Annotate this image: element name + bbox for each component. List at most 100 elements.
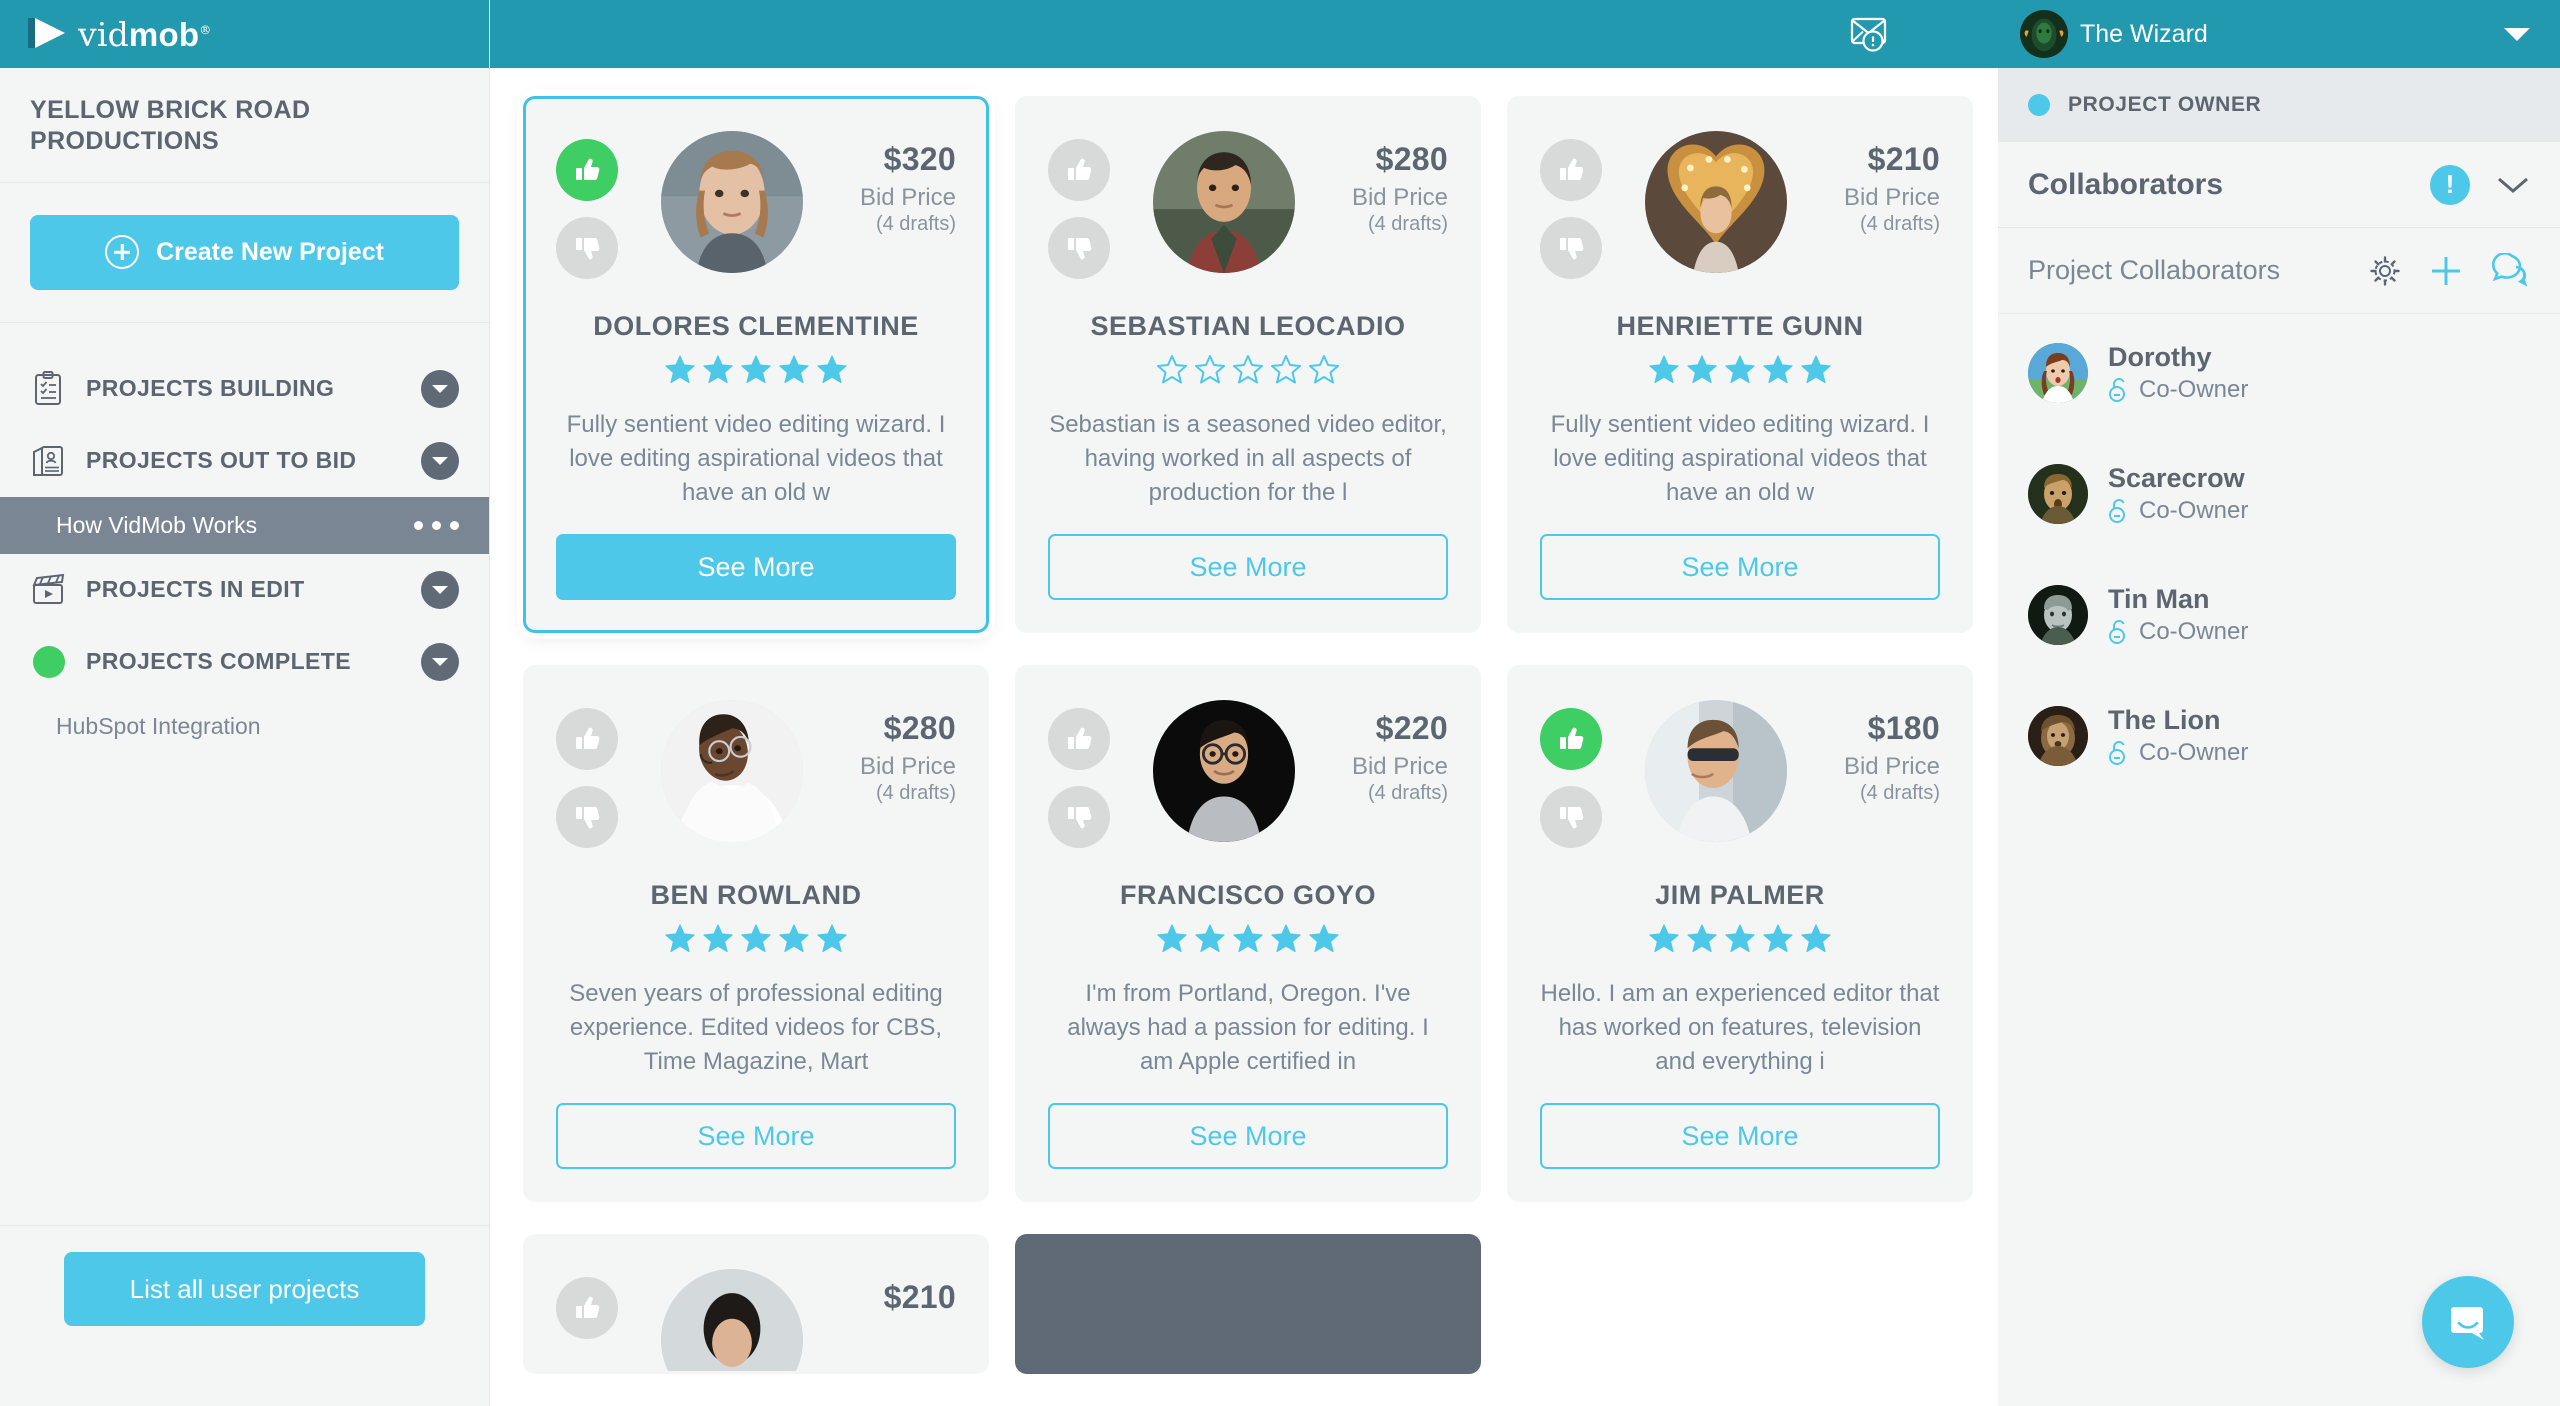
thumbs-up-button[interactable] bbox=[1048, 708, 1110, 770]
star-icon[interactable] bbox=[1801, 923, 1831, 953]
see-more-button[interactable]: See More bbox=[1540, 1103, 1940, 1169]
see-more-button[interactable]: See More bbox=[556, 1103, 956, 1169]
intercom-chat-button[interactable] bbox=[2422, 1276, 2514, 1368]
bid-card-partial[interactable]: $210 bbox=[523, 1234, 989, 1374]
star-icon[interactable] bbox=[703, 354, 733, 384]
chevron-down-icon[interactable] bbox=[2496, 175, 2530, 195]
thumbs-up-button[interactable] bbox=[1048, 139, 1110, 201]
bid-card-placeholder[interactable] bbox=[1015, 1234, 1481, 1374]
row-overflow-menu-icon[interactable] bbox=[414, 520, 459, 530]
collaborator-name: Tin Man bbox=[2108, 583, 2210, 614]
rating-stars[interactable] bbox=[1540, 923, 1940, 953]
star-icon[interactable] bbox=[1801, 354, 1831, 384]
thumbs-up-button[interactable] bbox=[556, 139, 618, 201]
thumbs-down-button[interactable] bbox=[556, 786, 618, 848]
chevron-down-icon[interactable] bbox=[2504, 27, 2530, 41]
thumbs-down-button[interactable] bbox=[1540, 217, 1602, 279]
list-item[interactable]: The Lion Co-Owner bbox=[2028, 699, 2530, 772]
list-all-user-projects-button[interactable]: List all user projects bbox=[64, 1252, 425, 1326]
star-icon[interactable] bbox=[665, 354, 695, 384]
alert-badge[interactable]: ! bbox=[2430, 164, 2470, 205]
star-icon[interactable] bbox=[1233, 923, 1263, 953]
expand-projects-complete-button[interactable] bbox=[421, 642, 459, 681]
sidebar-subitem-label: How VidMob Works bbox=[56, 511, 258, 538]
rating-stars[interactable] bbox=[556, 354, 956, 384]
star-icon[interactable] bbox=[665, 923, 695, 953]
see-more-button[interactable]: See More bbox=[1540, 534, 1940, 600]
bid-card[interactable]: $280 Bid Price (4 drafts) SEBASTIAN LEOC… bbox=[1015, 96, 1481, 633]
star-icon[interactable] bbox=[741, 923, 771, 953]
editor-bio: Sebastian is a seasoned video editor, ha… bbox=[1049, 411, 1447, 507]
star-icon[interactable] bbox=[1687, 354, 1717, 384]
star-icon[interactable] bbox=[1309, 923, 1339, 953]
see-more-button[interactable]: See More bbox=[1048, 534, 1448, 600]
star-icon[interactable] bbox=[779, 354, 809, 384]
vote-controls bbox=[556, 1265, 618, 1339]
user-menu[interactable]: The Wizard bbox=[1998, 0, 2560, 68]
star-icon[interactable] bbox=[1649, 354, 1679, 384]
star-icon[interactable] bbox=[1233, 354, 1263, 384]
star-icon[interactable] bbox=[1157, 923, 1187, 953]
expand-projects-in-edit-button[interactable] bbox=[421, 570, 459, 609]
thumbs-down-button[interactable] bbox=[1048, 217, 1110, 279]
thumbs-up-button[interactable] bbox=[1540, 708, 1602, 770]
list-item[interactable]: Dorothy Co-Owner bbox=[2028, 336, 2530, 409]
rating-stars[interactable] bbox=[1048, 923, 1448, 953]
list-item[interactable]: Tin Man Co-Owner bbox=[2028, 578, 2530, 651]
thumbs-up-button[interactable] bbox=[1540, 139, 1602, 201]
star-icon[interactable] bbox=[1763, 923, 1793, 953]
gear-icon[interactable] bbox=[2368, 254, 2402, 288]
star-icon[interactable] bbox=[1763, 354, 1793, 384]
thumbs-up-button[interactable] bbox=[556, 1277, 618, 1339]
sidebar-item-projects-building[interactable]: PROJECTS BUILDING bbox=[0, 353, 489, 425]
star-icon[interactable] bbox=[1271, 354, 1301, 384]
rating-stars[interactable] bbox=[556, 923, 956, 953]
sidebar-item-projects-in-edit[interactable]: PROJECTS IN EDIT bbox=[0, 554, 489, 626]
thumbs-up-button[interactable] bbox=[556, 708, 618, 770]
sidebar-item-projects-out-to-bid[interactable]: PROJECTS OUT TO BID bbox=[0, 425, 489, 497]
star-icon[interactable] bbox=[1195, 923, 1225, 953]
rating-stars[interactable] bbox=[1048, 354, 1448, 384]
comment-icon[interactable] bbox=[2490, 252, 2530, 289]
thumbs-down-button[interactable] bbox=[556, 217, 618, 279]
sidebar-subitem-how-vidmob-works[interactable]: How VidMob Works bbox=[0, 496, 489, 554]
create-new-project-button[interactable]: Create New Project bbox=[30, 214, 459, 290]
thumbs-down-button[interactable] bbox=[1048, 786, 1110, 848]
vidmob-logo[interactable]: vidmob® bbox=[28, 15, 211, 54]
bids-scroll-area[interactable]: $320 Bid Price (4 drafts) DOLORES CLEMEN… bbox=[490, 68, 1998, 1406]
editor-name: FRANCISCO GOYO bbox=[1119, 880, 1376, 910]
star-icon[interactable] bbox=[1195, 354, 1225, 384]
star-icon[interactable] bbox=[741, 354, 771, 384]
rating-stars[interactable] bbox=[1540, 354, 1940, 384]
left-sidebar: vidmob® YELLOW BRICK ROAD PRODUCTIONS Cr… bbox=[0, 0, 490, 1406]
star-icon[interactable] bbox=[1687, 923, 1717, 953]
bid-card[interactable]: $280 Bid Price (4 drafts) BEN ROWLAND Se… bbox=[523, 665, 989, 1202]
expand-projects-out-to-bid-button[interactable] bbox=[421, 441, 459, 480]
see-more-button[interactable]: See More bbox=[556, 534, 956, 600]
plus-icon[interactable] bbox=[2428, 253, 2464, 289]
star-icon[interactable] bbox=[1649, 923, 1679, 953]
sidebar-item-projects-complete[interactable]: PROJECTS COMPLETE bbox=[0, 626, 489, 698]
sidebar-item-label: PROJECTS BUILDING bbox=[86, 375, 335, 401]
see-more-button[interactable]: See More bbox=[1048, 1103, 1448, 1169]
sidebar-subitem-hubspot-integration[interactable]: HubSpot Integration bbox=[0, 698, 489, 755]
star-icon[interactable] bbox=[1271, 923, 1301, 953]
star-icon[interactable] bbox=[1725, 354, 1755, 384]
collaborators-header[interactable]: Collaborators ! bbox=[1998, 142, 2560, 228]
bid-card[interactable]: $180 Bid Price (4 drafts) JIM PALMER Hel… bbox=[1507, 665, 1973, 1202]
star-icon[interactable] bbox=[1309, 354, 1339, 384]
star-icon[interactable] bbox=[817, 354, 847, 384]
expand-projects-building-button[interactable] bbox=[421, 369, 459, 408]
envelope-alert-icon[interactable] bbox=[1848, 13, 1894, 55]
bid-docs-icon bbox=[33, 445, 63, 476]
list-item[interactable]: Scarecrow Co-Owner bbox=[2028, 457, 2530, 530]
bid-card[interactable]: $320 Bid Price (4 drafts) DOLORES CLEMEN… bbox=[523, 96, 989, 633]
star-icon[interactable] bbox=[779, 923, 809, 953]
thumbs-down-button[interactable] bbox=[1540, 786, 1602, 848]
star-icon[interactable] bbox=[817, 923, 847, 953]
bid-card[interactable]: $210 Bid Price (4 drafts) HENRIETTE GUNN… bbox=[1507, 96, 1973, 633]
star-icon[interactable] bbox=[1725, 923, 1755, 953]
star-icon[interactable] bbox=[1157, 354, 1187, 384]
bid-card[interactable]: $220 Bid Price (4 drafts) FRANCISCO GOYO… bbox=[1015, 665, 1481, 1202]
star-icon[interactable] bbox=[703, 923, 733, 953]
